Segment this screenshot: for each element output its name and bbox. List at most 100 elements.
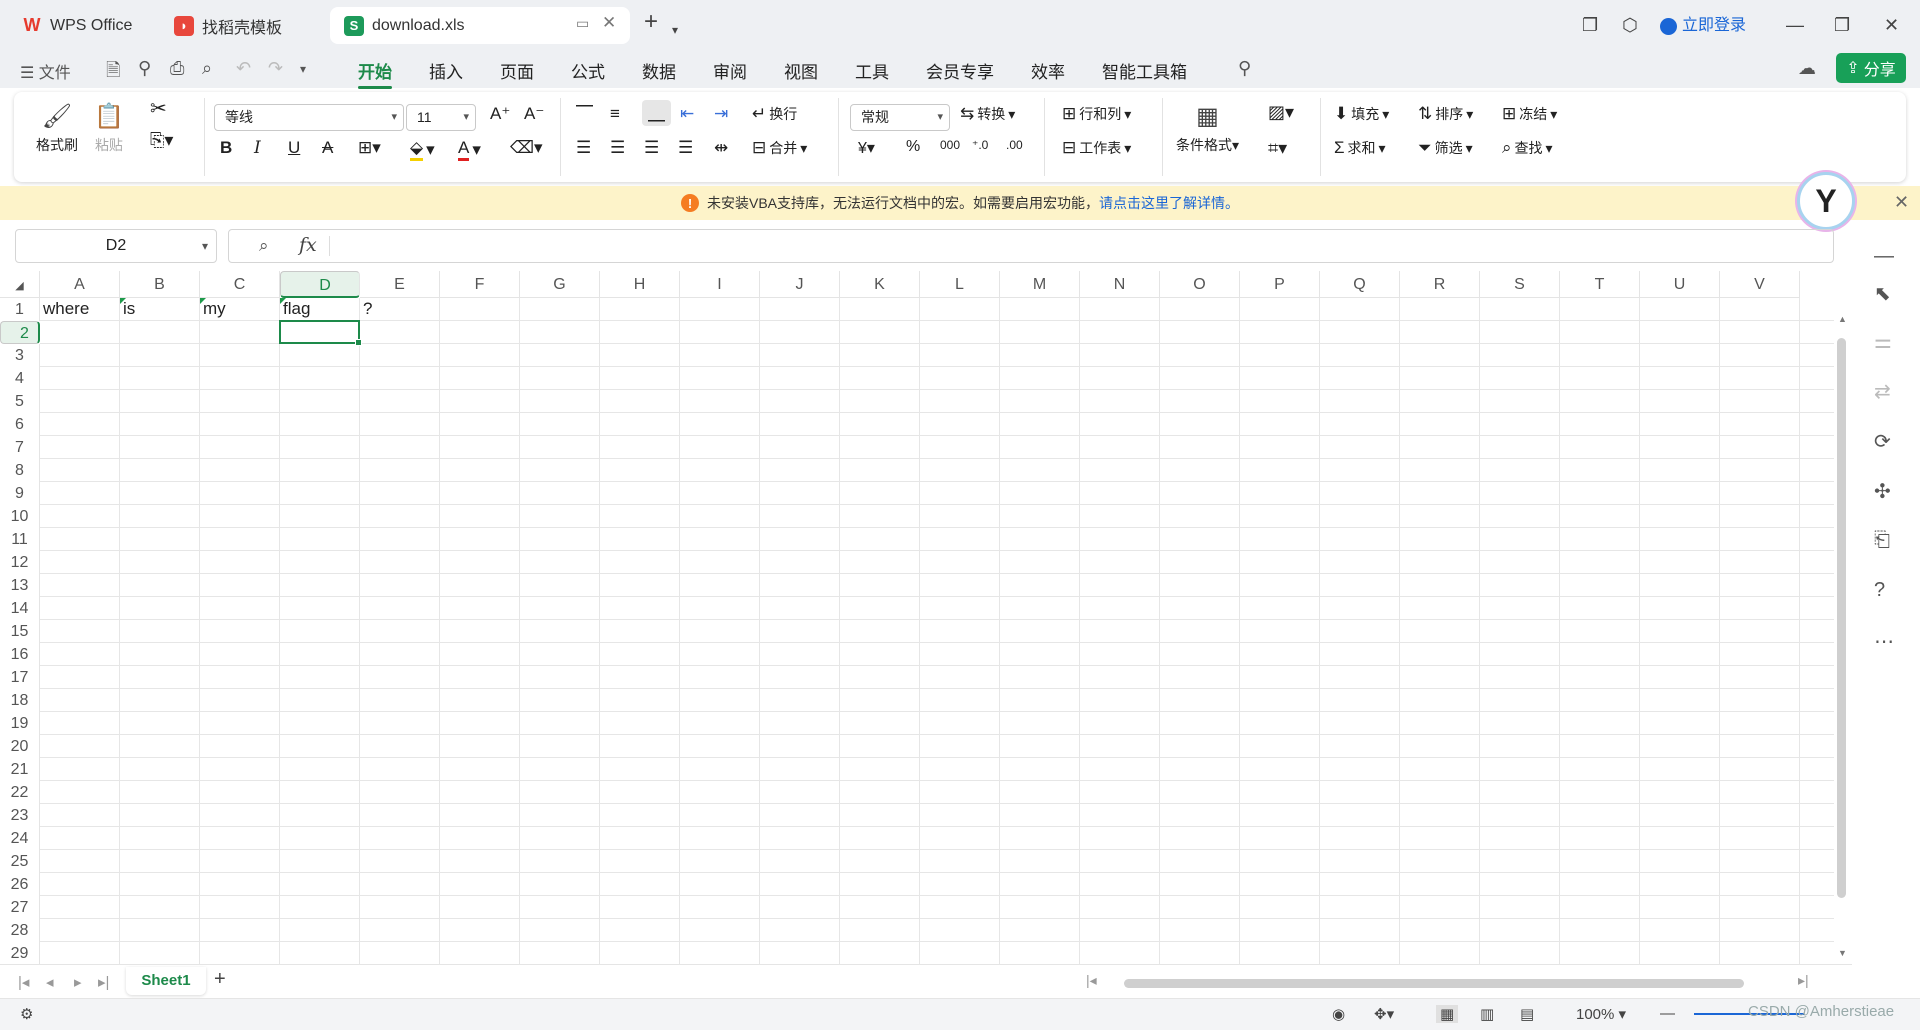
column-header-c[interactable]: C (200, 271, 280, 298)
menu-smart-toolbox[interactable]: 智能工具箱 (1102, 58, 1187, 83)
ai-assistant-icon[interactable]: Y (1797, 172, 1855, 230)
active-cell-cursor[interactable] (279, 320, 362, 346)
menu-efficiency[interactable]: 效率 (1031, 58, 1065, 83)
row-header-4[interactable]: 4 (0, 367, 40, 390)
row-header-2[interactable]: 2 (0, 321, 40, 344)
close-notice-icon[interactable]: ✕ (1894, 192, 1909, 213)
row-header-12[interactable]: 12 (0, 551, 40, 574)
scroll-right-icon[interactable]: ▸| (1798, 972, 1809, 989)
align-middle-icon[interactable]: ≡ (610, 104, 620, 124)
column-header-q[interactable]: Q (1320, 271, 1400, 298)
normal-view-icon[interactable]: ▦ (1436, 1005, 1459, 1023)
currency-icon[interactable]: ¥▾ (858, 138, 875, 158)
formula-input[interactable] (339, 234, 1819, 258)
percent-icon[interactable]: % (906, 138, 920, 156)
row-header-10[interactable]: 10 (0, 505, 40, 528)
row-header-13[interactable]: 13 (0, 574, 40, 597)
row-header-3[interactable]: 3 (0, 344, 40, 367)
strikethrough-icon[interactable]: A (322, 138, 333, 158)
tab-docer-templates[interactable]: ◗ 找稻壳模板 (160, 7, 324, 44)
convert-button[interactable]: ⇆ 转换 ▾ (960, 104, 1015, 124)
menu-insert[interactable]: 插入 (429, 58, 463, 83)
menu-review[interactable]: 审阅 (713, 58, 747, 83)
row-header-8[interactable]: 8 (0, 459, 40, 482)
eraser-icon[interactable]: ⌫▾ (510, 138, 543, 158)
row-header-20[interactable]: 20 (0, 735, 40, 758)
share-button[interactable]: ⇪ 分享 (1836, 53, 1906, 83)
column-header-n[interactable]: N (1080, 271, 1160, 298)
column-header-t[interactable]: T (1560, 271, 1640, 298)
more-quick-actions-icon[interactable]: ▾ (300, 62, 306, 76)
column-header-v[interactable]: V (1720, 271, 1800, 298)
redo-icon[interactable]: ↷ (268, 58, 283, 79)
close-tab-icon[interactable]: ✕ (602, 13, 616, 33)
column-header-s[interactable]: S (1480, 271, 1560, 298)
row-header-28[interactable]: 28 (0, 919, 40, 942)
row-header-25[interactable]: 25 (0, 850, 40, 873)
undo-icon[interactable]: ↶ (236, 58, 251, 79)
screen-icon[interactable]: ▭ (576, 15, 589, 32)
last-sheet-icon[interactable]: ▸| (98, 973, 109, 991)
macro-status-icon[interactable]: ⚙ (20, 1005, 33, 1023)
wrap-text-button[interactable]: ↵ 换行 (752, 104, 797, 124)
column-header-f[interactable]: F (440, 271, 520, 298)
cut-icon[interactable]: ✂ (150, 96, 167, 121)
vertical-scroll-thumb[interactable] (1837, 338, 1846, 898)
zoom-level[interactable]: 100% ▾ (1576, 1005, 1626, 1023)
page-layout-view-icon[interactable]: ▥ (1480, 1005, 1494, 1023)
freeze-button[interactable]: ⊞ 冻结 ▾ (1502, 104, 1557, 124)
fill-button[interactable]: ⬇ 填充 ▾ (1334, 104, 1389, 124)
column-header-g[interactable]: G (520, 271, 600, 298)
find-button[interactable]: ⌕ 查找 ▾ (1502, 138, 1553, 158)
bold-icon[interactable]: B (220, 138, 232, 158)
menu-page[interactable]: 页面 (500, 58, 534, 83)
indent-icon[interactable]: ⇥ (714, 104, 728, 124)
cell-b1[interactable]: is (120, 298, 200, 321)
row-header-22[interactable]: 22 (0, 781, 40, 804)
next-sheet-icon[interactable]: ▸ (74, 973, 82, 991)
login-button[interactable]: 立即登录 (1660, 15, 1746, 37)
column-header-d[interactable]: D (280, 271, 360, 298)
column-header-k[interactable]: K (840, 271, 920, 298)
column-header-b[interactable]: B (120, 271, 200, 298)
collapse-icon[interactable]: — (1874, 245, 1894, 268)
sheet-tab-sheet1[interactable]: Sheet1 (126, 967, 206, 995)
row-header-6[interactable]: 6 (0, 413, 40, 436)
sort-button[interactable]: ⇅ 排序 ▾ (1418, 104, 1473, 124)
align-left-icon[interactable]: ☰ (576, 138, 591, 158)
select-all-corner[interactable]: ◢ (0, 271, 40, 298)
worksheet-button[interactable]: ⊟ 工作表 ▾ (1062, 138, 1131, 158)
name-box[interactable]: D2 ▾ (15, 229, 217, 263)
thousands-icon[interactable]: 000 (940, 138, 960, 152)
first-sheet-icon[interactable]: |◂ (18, 973, 29, 991)
font-name-select[interactable]: 等线 ▾ (214, 104, 404, 131)
column-header-r[interactable]: R (1400, 271, 1480, 298)
scroll-down-icon[interactable]: ▼ (1838, 948, 1847, 958)
column-header-e[interactable]: E (360, 271, 440, 298)
column-header-m[interactable]: M (1000, 271, 1080, 298)
tools-icon[interactable]: ✣ (1874, 479, 1891, 504)
preview-icon[interactable]: ⎗ (1874, 529, 1890, 552)
menu-formula[interactable]: 公式 (571, 58, 605, 83)
row-header-11[interactable]: 11 (0, 528, 40, 551)
align-top-icon[interactable]: ⎺ (576, 104, 593, 124)
row-header-5[interactable]: 5 (0, 390, 40, 413)
column-header-o[interactable]: O (1160, 271, 1240, 298)
column-header-a[interactable]: A (40, 271, 120, 298)
row-header-14[interactable]: 14 (0, 597, 40, 620)
row-header-1[interactable]: 1 (0, 298, 40, 321)
cloud-icon[interactable]: ☁ (1798, 58, 1816, 79)
cell-d1[interactable]: flag (280, 298, 360, 321)
crop-icon[interactable]: ⌗▾ (1268, 138, 1287, 159)
spreadsheet-grid[interactable]: ◢ A B C D E F G H I J K L M N O P Q R S T U V 1 2 3 4 5 6 7 8 9 10 11 12 1… (0, 271, 1834, 964)
italic-icon[interactable]: I (254, 138, 261, 158)
row-header-17[interactable]: 17 (0, 666, 40, 689)
row-header-7[interactable]: 7 (0, 436, 40, 459)
add-sheet-icon[interactable]: + (214, 968, 226, 991)
cube-icon[interactable]: ⬡ (1622, 14, 1638, 36)
transform-icon[interactable]: ⇄ (1874, 379, 1891, 404)
menu-member[interactable]: 会员专享 (926, 58, 994, 83)
row-header-16[interactable]: 16 (0, 643, 40, 666)
column-header-h[interactable]: H (600, 271, 680, 298)
zoom-formula-icon[interactable]: ⌕ (259, 236, 269, 256)
